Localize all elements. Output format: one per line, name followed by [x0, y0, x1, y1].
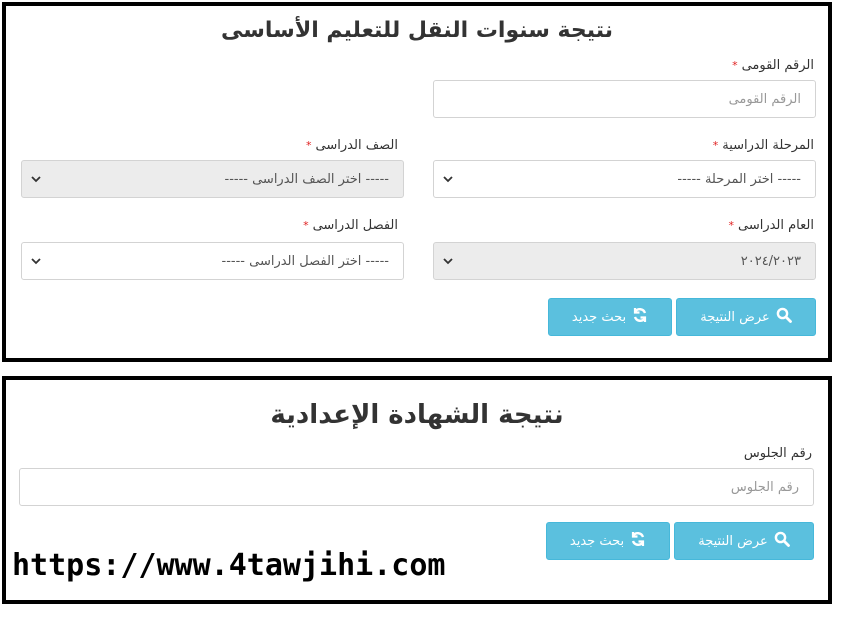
grade-select[interactable]: ----- اختر الصف الدراسى ----- — [21, 160, 404, 198]
year-select[interactable]: ٢٠٢٤/٢٠٢٣ — [433, 242, 816, 280]
class-label: الفصل الدراسى* — [303, 218, 398, 233]
new-search-button[interactable]: بحث جديد — [548, 298, 672, 336]
required-mark: * — [712, 139, 719, 152]
show-result-label: عرض النتيجة — [698, 533, 768, 549]
chevron-down-icon — [434, 257, 462, 265]
panel-title: نتيجة سنوات النقل للتعليم الأساسى — [221, 18, 613, 43]
stage-label: المرحلة الدراسية* — [712, 138, 814, 153]
site-url-watermark: https://www.4tawjihi.com — [12, 548, 446, 583]
transfer-years-result-panel: نتيجة سنوات النقل للتعليم الأساسى الرقم … — [2, 2, 832, 362]
search-icon — [774, 531, 790, 551]
search-icon — [776, 307, 792, 327]
chevron-down-icon — [22, 257, 50, 265]
chevron-down-icon — [434, 175, 462, 183]
year-select-value: ٢٠٢٤/٢٠٢٣ — [740, 253, 801, 269]
national-id-label: الرقم القومى* — [732, 58, 814, 73]
new-search-label: بحث جديد — [569, 533, 625, 549]
year-label: العام الدراسى* — [728, 218, 814, 233]
required-mark: * — [728, 219, 734, 232]
show-result-button[interactable]: عرض النتيجة — [674, 522, 814, 560]
grade-select-value: ----- اختر الصف الدراسى ----- — [224, 171, 390, 187]
show-result-button[interactable]: عرض النتيجة — [676, 298, 816, 336]
class-select[interactable]: ----- اختر الفصل الدراسى ----- — [21, 242, 404, 280]
seat-number-input[interactable]: رقم الجلوس — [19, 468, 814, 506]
class-select-value: ----- اختر الفصل الدراسى ----- — [221, 253, 389, 269]
required-mark: * — [303, 219, 309, 232]
grade-label: الصف الدراسى* — [306, 138, 398, 153]
required-mark: * — [306, 139, 312, 152]
seat-number-placeholder: رقم الجلوس — [730, 479, 799, 495]
refresh-icon — [632, 307, 648, 327]
new-search-label: بحث جديد — [571, 309, 627, 325]
seat-number-label: رقم الجلوس — [743, 446, 812, 461]
chevron-down-icon — [22, 175, 50, 183]
panel-title: نتيجة الشهادة الإعدادية — [270, 400, 564, 430]
national-id-input[interactable]: الرقم القومى — [433, 80, 816, 118]
refresh-icon — [630, 531, 646, 551]
stage-select-value: ----- اختر المرحلة ----- — [677, 171, 801, 187]
stage-select[interactable]: ----- اختر المرحلة ----- — [433, 160, 816, 198]
national-id-placeholder: الرقم القومى — [728, 91, 801, 107]
show-result-label: عرض النتيجة — [700, 309, 770, 325]
required-mark: * — [732, 59, 738, 72]
new-search-button[interactable]: بحث جديد — [546, 522, 670, 560]
